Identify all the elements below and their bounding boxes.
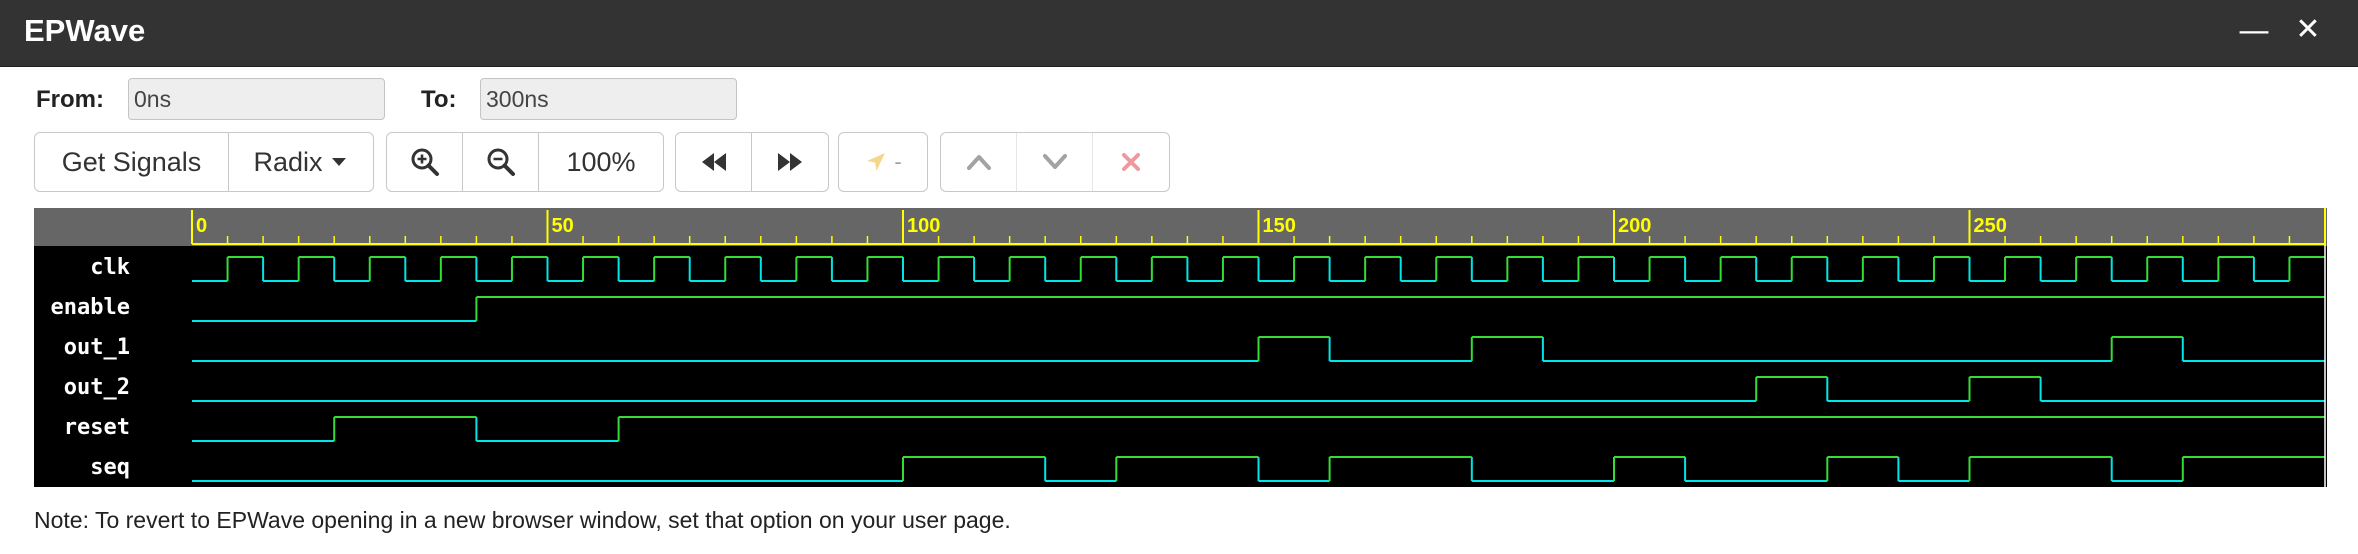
title-bar: EPWave — ✕ [0, 0, 2358, 67]
get-signals-label: Get Signals [61, 146, 202, 177]
fast-forward-button[interactable] [752, 133, 828, 191]
window-title: EPWave [24, 13, 146, 48]
get-signals-button[interactable]: Get Signals [35, 133, 229, 191]
ruler-tick-label: 150 [1263, 215, 1296, 237]
caret-down-icon [331, 158, 346, 166]
ruler-tick-label: 0 [196, 215, 207, 237]
zoom-out-icon [487, 148, 515, 176]
signal-name-out-2: out_2 [64, 375, 130, 400]
move-up-button[interactable] [941, 133, 1017, 191]
cursor-button[interactable]: - [839, 133, 927, 191]
rewind-icon [701, 153, 726, 171]
minimize-icon[interactable]: — [2232, 8, 2276, 52]
zoom-out-button[interactable] [463, 133, 539, 191]
cursor-button-group: - [838, 132, 928, 192]
radix-button[interactable]: Radix [229, 133, 373, 191]
signal-name-seq: seq [90, 455, 130, 480]
radix-label: Radix [253, 146, 323, 177]
fast-forward-icon [778, 153, 802, 171]
navigate-button-group [675, 132, 829, 192]
zoom-level-label: 100% [566, 146, 636, 177]
signals-button-group: Get Signals Radix [34, 132, 374, 192]
zoom-in-button[interactable] [387, 133, 463, 191]
zoom-button-group: 100% [386, 132, 664, 192]
signal-name-clk: clk [90, 255, 130, 280]
ruler-tick-label: 100 [907, 215, 940, 237]
ruler-tick-label: 50 [552, 215, 574, 237]
to-label: To: [421, 86, 457, 113]
waveform-canvas[interactable]: 0 50 100 150 200 250 clk enable out_1 out_2reset s… [34, 208, 2327, 487]
from-input[interactable] [128, 78, 385, 120]
ruler-tick-label: 250 [1974, 215, 2007, 237]
remove-x-icon [1122, 153, 1140, 171]
signal-name-out-1: out_1 [64, 335, 130, 360]
signal-name-reset: reset [64, 415, 130, 440]
waveform-viewer[interactable]: 0 50 100 150 200 250 clk enable out_1 out_2reset s… [34, 208, 2327, 487]
zoom-level-button[interactable]: 100% [539, 133, 663, 191]
close-icon[interactable]: ✕ [2286, 8, 2330, 52]
move-down-button[interactable] [1017, 133, 1093, 191]
cursor-arrow-icon [867, 153, 886, 171]
chevron-up-icon [966, 155, 991, 170]
footer-note: Note: To revert to EPWave opening in a n… [34, 507, 1011, 533]
signal-edit-button-group [940, 132, 1170, 192]
zoom-in-icon [411, 148, 439, 176]
signal-name-enable: enable [51, 295, 130, 320]
cursor-value: - [894, 149, 902, 174]
from-label: From: [36, 86, 104, 113]
remove-signal-button[interactable] [1093, 133, 1169, 191]
chevron-down-icon [1042, 154, 1067, 169]
ruler-tick-label: 200 [1618, 215, 1651, 237]
rewind-button[interactable] [676, 133, 752, 191]
to-input[interactable] [480, 78, 737, 120]
